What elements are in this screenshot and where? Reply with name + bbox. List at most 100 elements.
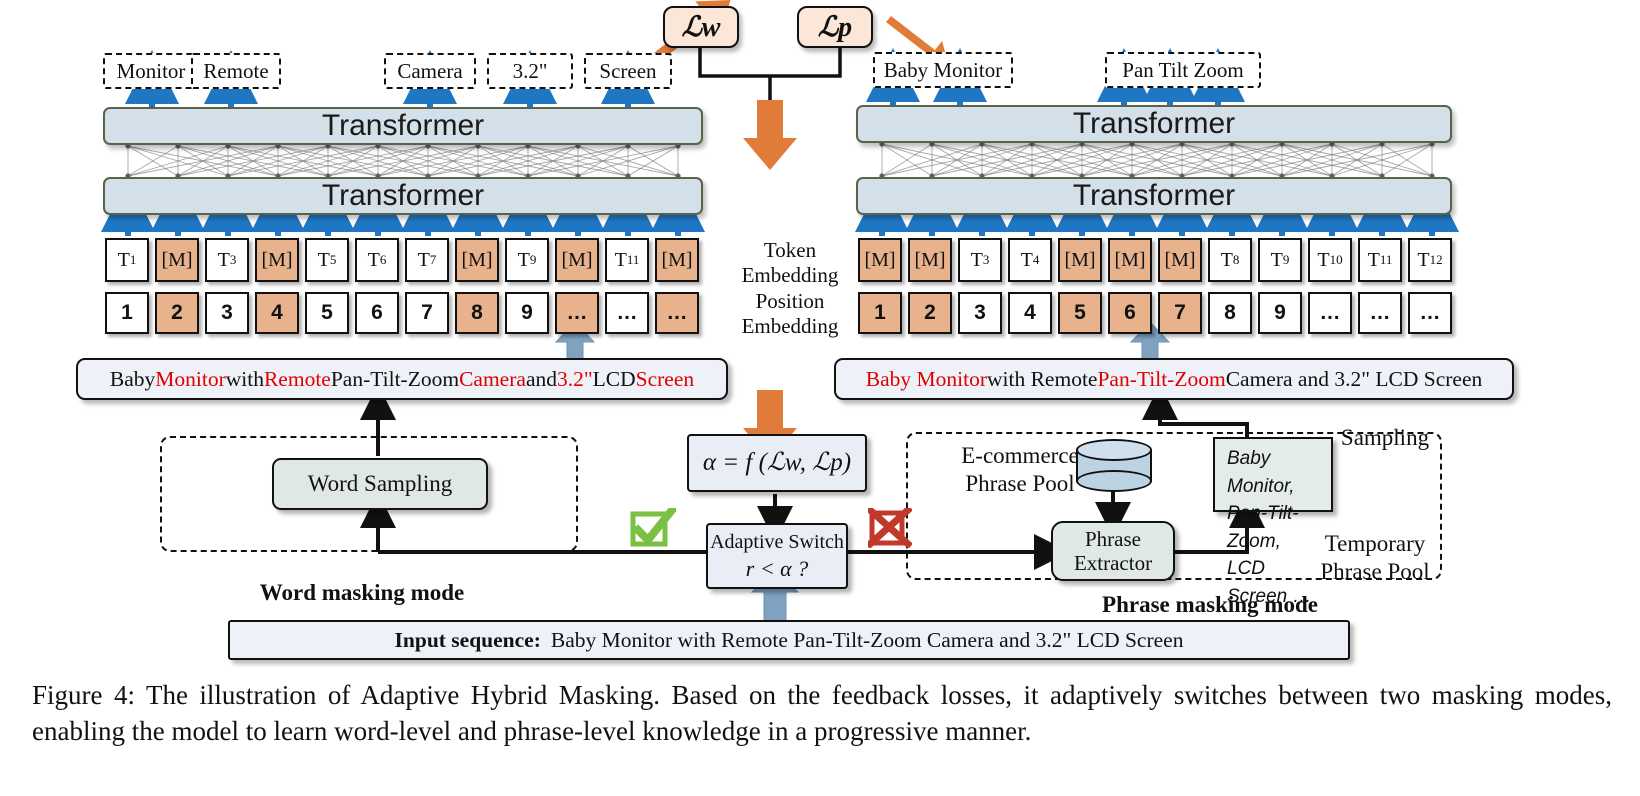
token-cell: T7: [405, 238, 449, 282]
token-cell: T5: [305, 238, 349, 282]
position-cell: …: [555, 292, 599, 334]
word-prediction-2-label: Camera: [397, 58, 463, 83]
sentence-text: Pan-Tilt-Zoom: [330, 366, 460, 391]
phrase-extractor-box: Phrase Extractor: [1051, 521, 1175, 581]
position-cell: …: [605, 292, 649, 334]
alpha-formula-label: α = f (ℒw, ℒp): [702, 449, 852, 477]
position-cell: 9: [1258, 292, 1302, 334]
word-sampling-box: Word Sampling: [272, 458, 488, 510]
sentence-highlight: 3.2": [556, 366, 593, 391]
word-transformer-lower: Transformer: [103, 177, 703, 215]
token-cell: [M]: [155, 238, 199, 282]
sentence-text: LCD: [592, 366, 636, 391]
token-cell: T4: [1008, 238, 1052, 282]
adaptive-switch-box: Adaptive Switch r < α ?: [706, 523, 848, 589]
position-embedding-label: Position Embedding: [741, 289, 839, 339]
position-cell: 7: [405, 292, 449, 334]
phrase-prediction-1-label: Pan Tilt Zoom: [1122, 57, 1244, 82]
loss-phrase-label: ℒp: [817, 12, 853, 43]
adaptive-switch-condition: r < α ?: [745, 555, 809, 581]
word-prediction-2: Camera: [384, 53, 476, 89]
sentence-highlight: Screen: [635, 366, 695, 391]
position-cell: …: [1358, 292, 1402, 334]
token-cell: [M]: [1058, 238, 1102, 282]
word-prediction-4: Screen: [584, 53, 672, 89]
token-cell: [M]: [255, 238, 299, 282]
sentence-highlight: Baby Monitor: [865, 366, 987, 391]
sentence-highlight: Monitor: [155, 366, 226, 391]
sentence-text: with: [225, 366, 264, 391]
sentence-text: Camera and 3.2" LCD Screen: [1225, 366, 1483, 391]
position-cell: …: [1308, 292, 1352, 334]
position-cell: 1: [105, 292, 149, 334]
sampling-label: Sampling: [1340, 425, 1430, 450]
word-masked-sentence: Baby Monitor with Remote Pan-Tilt-Zoom C…: [76, 358, 728, 400]
position-cell: 2: [155, 292, 199, 334]
token-cell: [M]: [655, 238, 699, 282]
temporary-phrase-note: Baby Monitor, Pan-Tilt-Zoom, LCD Screen …: [1213, 437, 1333, 607]
token-cell: [M]: [455, 238, 499, 282]
phrase-masked-sentence: Baby Monitor with Remote Pan-Tilt-Zoom C…: [834, 358, 1514, 400]
token-cell: T9: [1258, 238, 1302, 282]
token-cell: T6: [355, 238, 399, 282]
loss-phrase-box: ℒp: [797, 6, 873, 48]
sentence-text: and: [525, 366, 557, 391]
token-cell: [M]: [1108, 238, 1152, 282]
word-prediction-0-label: Monitor: [116, 58, 186, 83]
token-cell: T9: [505, 238, 549, 282]
position-cell: 7: [1158, 292, 1202, 334]
position-cell: 9: [505, 292, 549, 334]
phrase-transformer-lower-label: Transformer: [1072, 179, 1236, 212]
word-prediction-3: 3.2": [487, 53, 573, 89]
word-position-row: 1 2 3 4 5 6 7 8 9………: [105, 292, 705, 334]
phrase-prediction-1: Pan Tilt Zoom: [1105, 52, 1261, 88]
token-cell: T3: [205, 238, 249, 282]
token-cell: T1: [105, 238, 149, 282]
sentence-highlight: Camera: [459, 366, 526, 391]
token-cell: T 11: [605, 238, 649, 282]
word-transformer-upper-label: Transformer: [321, 109, 485, 142]
phrase-masking-mode-label: Phrase masking mode: [1102, 592, 1318, 617]
position-cell: …: [655, 292, 699, 334]
word-transformer-lower-label: Transformer: [321, 179, 485, 212]
phrase-position-row: 1 2 3 4 5 6 7 8 9………: [858, 292, 1458, 334]
sentence-text: Baby: [109, 366, 156, 391]
figure-adaptive-hybrid-masking: Monitor Remote Camera 3.2" Screen Transf…: [0, 0, 1640, 796]
input-sequence-bar: Input sequence: Baby Monitor with Remote…: [228, 620, 1350, 660]
word-prediction-1: Remote: [191, 53, 281, 89]
figure-caption: Figure 4: The illustration of Adaptive H…: [32, 680, 1612, 746]
token-cell: [M]: [858, 238, 902, 282]
check-mark-icon: [630, 508, 676, 548]
input-sequence-text: Baby Monitor with Remote Pan-Tilt-Zoom C…: [550, 627, 1184, 652]
position-cell: 6: [355, 292, 399, 334]
position-cell: 6: [1108, 292, 1152, 334]
token-cell: T 12: [1408, 238, 1452, 282]
word-transformer-upper: Transformer: [103, 107, 703, 145]
position-cell: 5: [1058, 292, 1102, 334]
sentence-highlight: Pan-Tilt-Zoom: [1097, 366, 1226, 391]
sentence-text: with Remote: [986, 366, 1098, 391]
phrase-prediction-0-label: Baby Monitor: [883, 57, 1003, 82]
word-prediction-3-label: 3.2": [512, 58, 548, 83]
position-cell: 3: [958, 292, 1002, 334]
phrase-transformer-upper-label: Transformer: [1072, 107, 1236, 140]
temporary-phrase-pool-label: Temporary Phrase Pool: [1320, 531, 1430, 584]
cross-mark-icon: [868, 508, 912, 548]
loss-word-label: ℒw: [681, 12, 721, 43]
word-token-row: T 1 [M] T 3 [M] T 5 T 6 T 7 [M] T 9 [M] T 11 [M]: [105, 238, 705, 282]
token-cell: T3: [958, 238, 1002, 282]
phrase-token-row: [M] [M] T 3 T 4 [M] [M] [M] T 8 T 9 T 10 T 11 T 12: [858, 238, 1458, 282]
token-cell: T 11: [1358, 238, 1402, 282]
alpha-formula-box: α = f (ℒw, ℒp): [687, 434, 867, 492]
position-cell: 2: [908, 292, 952, 334]
position-cell: 1: [858, 292, 902, 334]
phrase-transformer-upper: Transformer: [856, 105, 1452, 143]
word-prediction-4-label: Screen: [599, 58, 657, 83]
phrase-prediction-0: Baby Monitor: [873, 52, 1013, 88]
token-cell: [M]: [1158, 238, 1202, 282]
loss-word-box: ℒw: [663, 6, 739, 48]
word-masking-mode-label: Word masking mode: [259, 580, 465, 605]
input-sequence-label: Input sequence:: [394, 627, 541, 652]
position-cell: 8: [455, 292, 499, 334]
word-sampling-label: Word Sampling: [307, 470, 453, 496]
